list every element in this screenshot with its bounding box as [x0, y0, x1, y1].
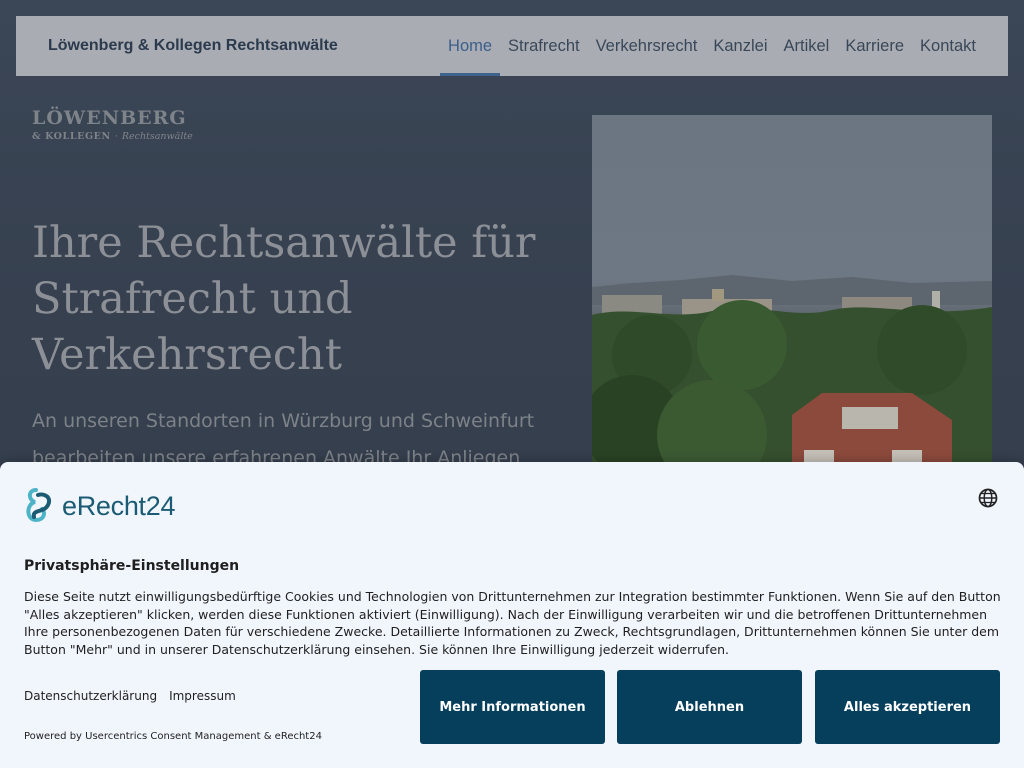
privacy-policy-link[interactable]: Datenschutzerklärung — [24, 689, 157, 703]
erecht24-logo-icon — [26, 488, 51, 523]
more-information-button[interactable]: Mehr Informationen — [420, 670, 605, 744]
logo-sub-kollegen: & KOLLEGEN — [32, 131, 111, 142]
consent-description: Diese Seite nutzt einwilligungsbedürftig… — [24, 589, 1001, 657]
imprint-link[interactable]: Impressum — [169, 689, 236, 703]
nav-kanzlei[interactable]: Kanzlei — [705, 16, 775, 76]
globe-icon[interactable] — [978, 488, 998, 508]
page: Löwenberg & Kollegen Rechtsanwälte Home … — [0, 0, 1024, 768]
consent-links: Datenschutzerklärung Impressum — [24, 689, 236, 703]
deny-button[interactable]: Ablehnen — [617, 670, 802, 744]
logo-sub-separator: · — [114, 131, 118, 142]
nav-strafrecht[interactable]: Strafrecht — [500, 16, 588, 76]
city-skyline-illustration — [592, 275, 992, 475]
hero-title: Ihre Rechtsanwälte für Strafrecht und Ve… — [32, 218, 536, 380]
site-brand[interactable]: Löwenberg & Kollegen Rechtsanwälte — [48, 37, 440, 55]
logo-main-text: LÖWENBERG — [32, 107, 187, 129]
accept-all-button[interactable]: Alles akzeptieren — [815, 670, 1000, 744]
hero-city-photo — [592, 115, 992, 475]
firm-logo[interactable]: LÖWENBERG & KOLLEGEN · Rechtsanwälte — [32, 106, 193, 142]
cookie-consent-banner: eRecht24 Privatsphäre-Einstellungen Dies… — [0, 462, 1024, 768]
nav-verkehrsrecht[interactable]: Verkehrsrecht — [588, 16, 706, 76]
erecht24-wordmark: eRecht24 — [62, 490, 176, 521]
consent-title: Privatsphäre-Einstellungen — [24, 558, 240, 574]
logo-sub-tagline: Rechtsanwälte — [121, 131, 193, 142]
nav-kontakt[interactable]: Kontakt — [912, 16, 976, 76]
nav-artikel[interactable]: Artikel — [776, 16, 838, 76]
erecht24-logo: eRecht24 — [24, 487, 175, 525]
powered-by-text: Powered by Usercentrics Consent Manageme… — [24, 731, 322, 742]
main-nav: Home Strafrecht Verkehrsrecht Kanzlei Ar… — [440, 16, 976, 76]
top-navigation: Löwenberg & Kollegen Rechtsanwälte Home … — [16, 16, 1008, 76]
logo-subline: & KOLLEGEN · Rechtsanwälte — [32, 131, 193, 142]
nav-home[interactable]: Home — [440, 16, 501, 76]
nav-karriere[interactable]: Karriere — [837, 16, 912, 76]
